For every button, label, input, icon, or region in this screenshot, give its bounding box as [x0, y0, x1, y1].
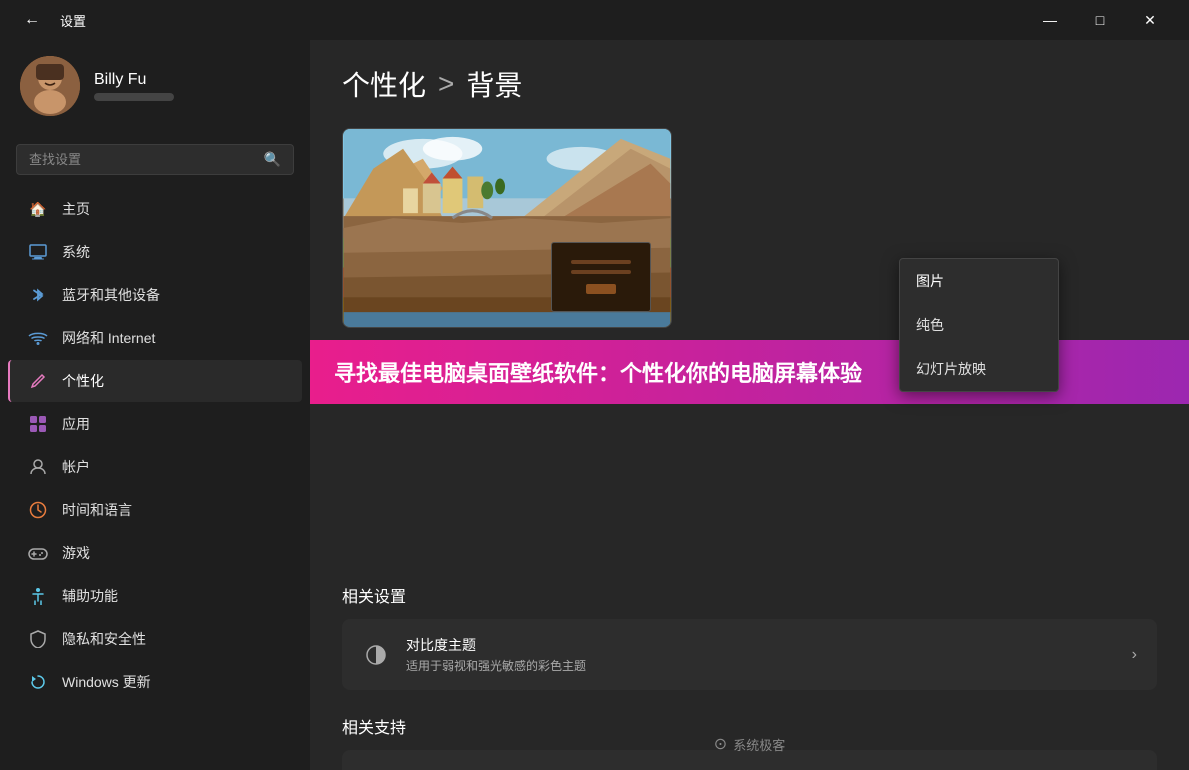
titlebar: ← 设置 — □ ✕ [0, 0, 1189, 40]
sidebar-item-gaming[interactable]: 游戏 [8, 532, 302, 574]
back-button[interactable]: ← [16, 7, 48, 33]
watermark-icon: ⊙ [714, 734, 727, 754]
breadcrumb-current: 背景 [466, 64, 522, 104]
sidebar-item-personalization[interactable]: 个性化 [8, 360, 302, 402]
apps-icon [28, 414, 48, 434]
dropdown-item-solid-color[interactable]: 纯色 [900, 303, 1058, 347]
search-input[interactable] [29, 152, 256, 167]
sidebar-item-apps[interactable]: 应用 [8, 403, 302, 445]
contrast-theme-title: 对比度主题 [406, 635, 1116, 655]
monitor-line-2 [571, 270, 631, 274]
user-profile[interactable]: Billy Fu [0, 40, 310, 136]
accounts-icon [28, 457, 48, 477]
monitor-line-1 [571, 260, 631, 264]
sidebar-item-label-accessibility: 辅助功能 [62, 586, 118, 606]
sidebar-item-label-personalization: 个性化 [62, 371, 104, 391]
dropdown-item-slideshow[interactable]: 幻灯片放映 [900, 347, 1058, 391]
home-icon: 🏠 [28, 199, 48, 219]
search-container: 🔍 [0, 136, 310, 187]
sidebar-item-label-apps: 应用 [62, 414, 90, 434]
sidebar-item-label-gaming: 游戏 [62, 543, 90, 563]
user-name: Billy Fu [94, 71, 174, 89]
sidebar-item-label-home: 主页 [62, 199, 90, 219]
sidebar-item-accessibility[interactable]: 辅助功能 [8, 575, 302, 617]
system-icon [28, 242, 48, 262]
sidebar: Billy Fu 🔍 🏠 主页 [0, 40, 310, 770]
sidebar-item-accounts[interactable]: 帐户 [8, 446, 302, 488]
minimize-button[interactable]: — [1027, 4, 1073, 36]
contrast-theme-icon [362, 641, 390, 669]
contrast-theme-subtitle: 适用于弱视和强光敏感的彩色主题 [406, 657, 1116, 674]
sidebar-item-label-system: 系统 [62, 242, 90, 262]
windows-update-icon [28, 672, 48, 692]
titlebar-title: 设置 [60, 11, 86, 30]
related-settings-title: 相关设置 [342, 583, 1157, 607]
sidebar-item-time[interactable]: 时间和语言 [8, 489, 302, 531]
user-info: Billy Fu [94, 71, 174, 101]
watermark: ⊙ 系统极客 [714, 734, 785, 754]
search-box[interactable]: 🔍 [16, 144, 294, 175]
titlebar-left: ← 设置 [16, 7, 86, 33]
search-icon: 🔍 [264, 151, 281, 168]
privacy-icon [28, 629, 48, 649]
mini-monitor-overlay [551, 242, 651, 312]
network-icon [28, 328, 48, 348]
background-type-dropdown: 图片 纯色 幻灯片放映 [899, 258, 1059, 392]
sidebar-item-label-network: 网络和 Internet [62, 328, 155, 348]
sidebar-nav: 🏠 主页 系统 蓝牙和其他设备 [0, 188, 310, 703]
titlebar-controls: — □ ✕ [1027, 4, 1173, 36]
sidebar-item-bluetooth[interactable]: 蓝牙和其他设备 [8, 274, 302, 316]
sidebar-item-network[interactable]: 网络和 Internet [8, 317, 302, 359]
maximize-button[interactable]: □ [1077, 4, 1123, 36]
dropdown-item-picture[interactable]: 图片 [900, 259, 1058, 303]
accessibility-icon [28, 586, 48, 606]
banner-text: 寻找最佳电脑桌面壁纸软件：个性化你的电脑屏幕体验 [334, 356, 862, 388]
avatar-image [20, 56, 80, 116]
gaming-icon [28, 543, 48, 563]
breadcrumb: 个性化 > 背景 [342, 64, 1157, 104]
user-status [94, 93, 174, 101]
contrast-theme-row[interactable]: 对比度主题 适用于弱视和强光敏感的彩色主题 › [342, 619, 1157, 690]
monitor-button [586, 284, 616, 294]
sidebar-item-privacy[interactable]: 隐私和安全性 [8, 618, 302, 660]
sidebar-item-label-time: 时间和语言 [62, 500, 132, 520]
time-icon [28, 500, 48, 520]
watermark-text: 系统极客 [733, 735, 785, 754]
close-button[interactable]: ✕ [1127, 4, 1173, 36]
sidebar-item-windows-update[interactable]: Windows 更新 [8, 661, 302, 703]
chevron-right-icon: › [1132, 646, 1137, 664]
sidebar-item-system[interactable]: 系统 [8, 231, 302, 273]
breadcrumb-parent: 个性化 [342, 64, 426, 104]
personalization-icon [28, 371, 48, 391]
content-area: 个性化 > 背景 [310, 40, 1189, 770]
sidebar-item-label-windows-update: Windows 更新 [62, 672, 151, 692]
settings-card-contrast: 对比度主题 适用于弱视和强光敏感的彩色主题 › [342, 619, 1157, 690]
breadcrumb-separator: > [438, 68, 454, 100]
bluetooth-icon [28, 285, 48, 305]
related-settings-section: 相关设置 对比度主题 适用于弱视和强光敏感的彩色主题 › [342, 583, 1157, 690]
sidebar-item-label-accounts: 帐户 [62, 457, 90, 477]
sidebar-item-home[interactable]: 🏠 主页 [8, 188, 302, 230]
contrast-theme-text: 对比度主题 适用于弱视和强光敏感的彩色主题 [406, 635, 1116, 674]
sidebar-item-label-bluetooth: 蓝牙和其他设备 [62, 285, 160, 305]
app-container: Billy Fu 🔍 🏠 主页 [0, 40, 1189, 770]
help-globe-icon [362, 766, 390, 770]
avatar [20, 56, 80, 116]
sidebar-item-label-privacy: 隐私和安全性 [62, 629, 146, 649]
